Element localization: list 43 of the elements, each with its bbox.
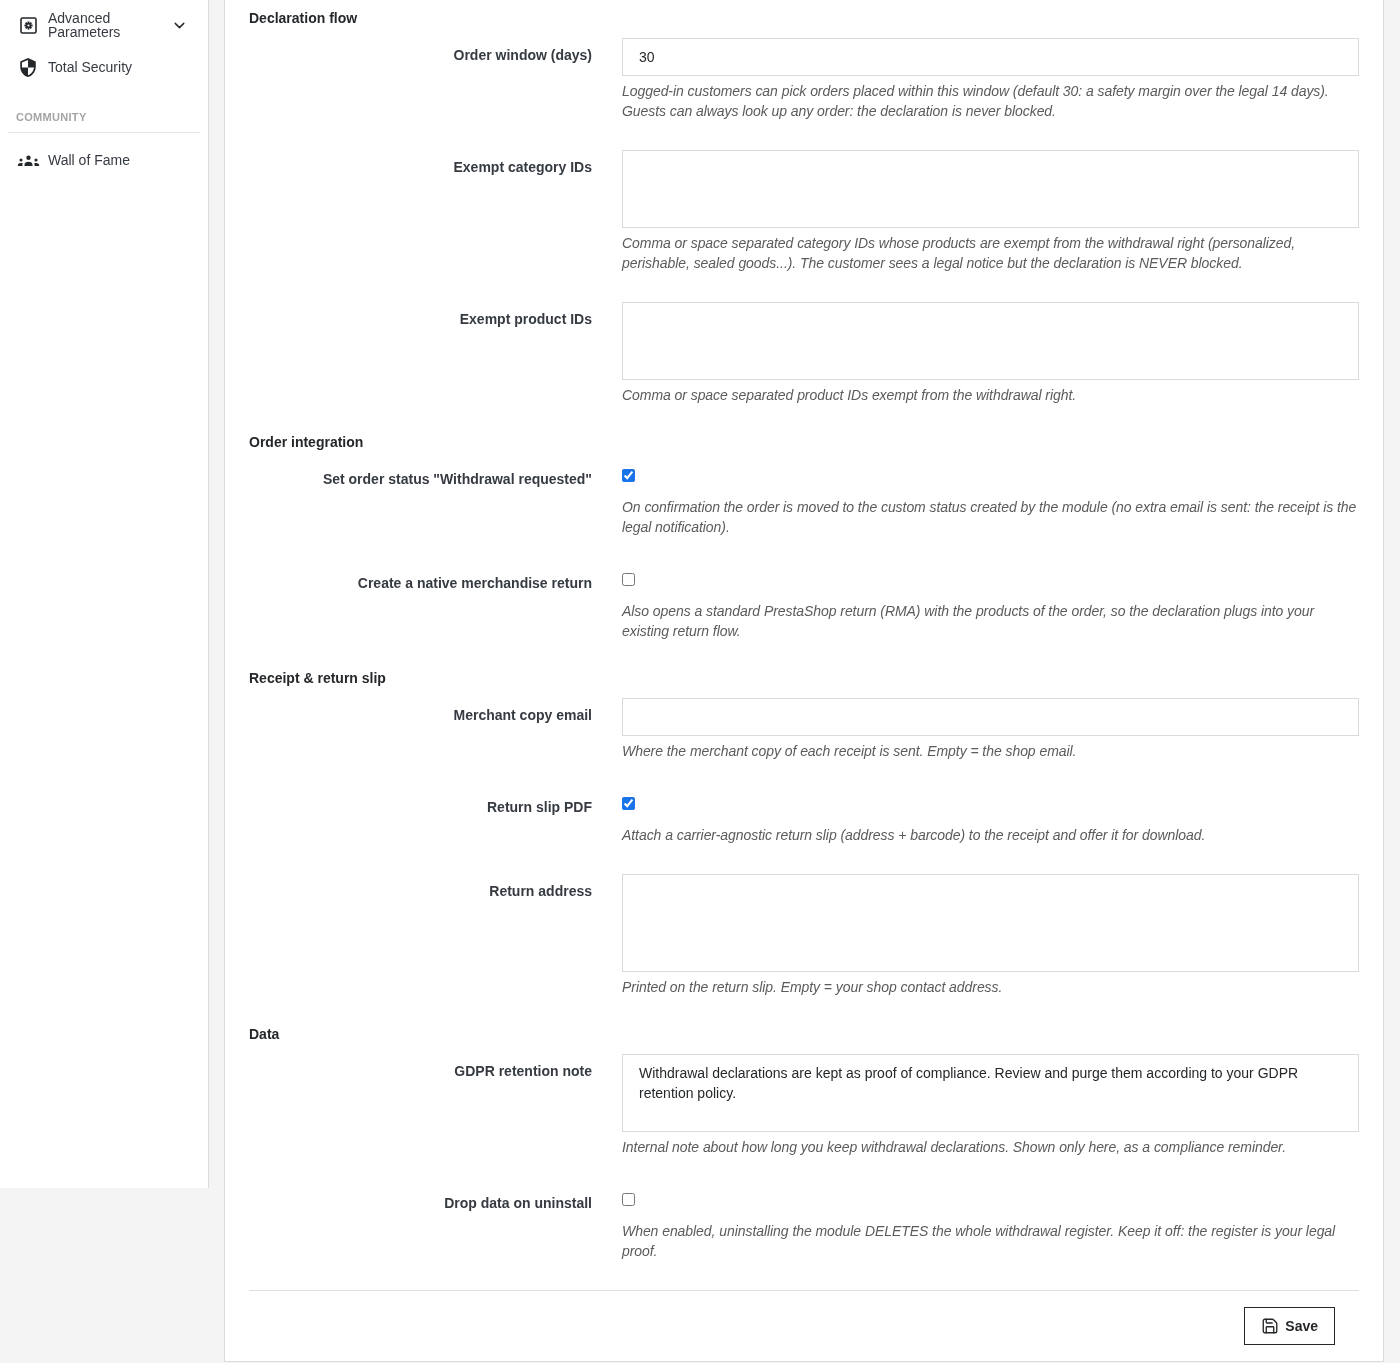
text-area-field[interactable]	[622, 874, 1359, 972]
save-icon	[1261, 1317, 1280, 1335]
help-text: Also opens a standard PrestaShop return (RMA) with the products of the order, so the declaration plugs into your existing return flow.	[622, 602, 1316, 641]
text-field[interactable]	[622, 698, 1359, 736]
save-button[interactable]: Save	[1244, 1307, 1335, 1345]
field-label: Return address	[489, 882, 592, 901]
field-label: GDPR retention note	[454, 1062, 592, 1081]
help-text: When enabled, uninstalling the module DELETES the whole withdrawal register. Keep it off: the register is your legal proof.	[622, 1222, 1337, 1261]
help-text: Comma or space separated category IDs whose products are exempt from the withdrawal right (personalized, perishable, sealed goods...). The customer sees a legal notice but the declaration is NEVER blocked.	[622, 234, 1297, 273]
checkbox[interactable]	[622, 797, 635, 810]
text-area-field[interactable]	[622, 150, 1359, 228]
section-heading: Order integration	[249, 433, 365, 452]
help-text: Where the merchant copy of each receipt is sent. Empty = the shop email.	[622, 742, 1078, 761]
section-heading: Declaration flow	[249, 9, 359, 28]
field-label: Exempt category IDs	[453, 158, 592, 177]
sidebar-item[interactable]: Total Security	[0, 46, 208, 88]
field-label: Return slip PDF	[487, 798, 592, 817]
field-label: Order window (days)	[453, 46, 592, 65]
help-text: On confirmation the order is moved to the custom status created by the module (no extra email is sent: the receipt is the legal notification).	[622, 498, 1358, 537]
text-field[interactable]: 30	[622, 38, 1359, 76]
section-heading: Receipt & return slip	[249, 669, 387, 688]
text-area-field[interactable]: Withdrawal declarations are kept as proof of compliance. Review and purge them according to your GDPR retention policy.	[622, 1054, 1359, 1132]
text-area-field[interactable]	[622, 302, 1359, 380]
sidebar-section-title: COMMUNITY	[16, 110, 87, 124]
field-label: Drop data on uninstall	[444, 1194, 592, 1213]
people-icon	[16, 154, 40, 166]
help-text: Logged-in customers can pick orders placed within this window (default 30: a safety margin over the legal 14 days). Guests can always look up any order: the declaration is never blocked.	[622, 82, 1330, 121]
checkbox[interactable]	[622, 1193, 635, 1206]
field-label: Create a native merchandise return	[357, 574, 592, 593]
help-text: Attach a carrier-agnostic return slip (address + barcode) to the receipt and offer it for download.	[622, 826, 1207, 845]
help-text: Printed on the return slip. Empty = your shop contact address.	[622, 978, 1004, 997]
checkbox[interactable]	[622, 573, 635, 586]
field-label: Exempt product IDs	[459, 310, 592, 329]
checkbox[interactable]	[622, 469, 635, 482]
sidebar-item[interactable]: Wall of Fame	[0, 139, 208, 181]
gear-icon	[19, 16, 37, 34]
help-text: Internal note about how long you keep withdrawal declarations. Shown only here, as a compliance reminder.	[622, 1138, 1288, 1157]
section-heading: Data	[249, 1025, 281, 1044]
sidebar-item[interactable]: Advanced Parameters	[0, 4, 208, 46]
help-text: Comma or space separated product IDs exempt from the withdrawal right.	[622, 386, 1078, 405]
shield-icon	[20, 57, 36, 77]
field-label: Merchant copy email	[453, 706, 592, 725]
field-label: Set order status "Withdrawal requested"	[322, 470, 592, 489]
